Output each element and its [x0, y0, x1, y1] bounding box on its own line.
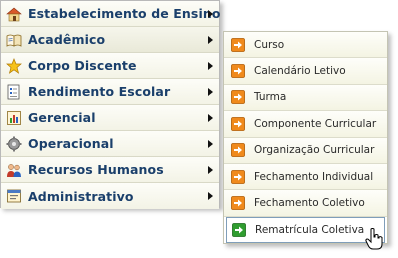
menu-item-recursos-humanos[interactable]: Recursos Humanos — [1, 157, 219, 183]
school-house-icon — [6, 7, 22, 21]
orange-arrow-icon — [231, 169, 245, 184]
menu-item-label: Gerencial — [28, 110, 96, 125]
submenu-item-rematricula-coletiva[interactable]: Rematrícula Coletiva — [226, 216, 385, 244]
gear-icon — [6, 136, 22, 151]
menu-item-label: Administrativo — [28, 188, 134, 204]
academico-submenu: Curso Calendário Letivo Turma Componente… — [223, 31, 388, 244]
submenu-arrow-icon — [208, 113, 213, 122]
submenu-item-label: Fechamento Coletivo — [254, 197, 365, 210]
menu-item-label: Operacional — [28, 136, 114, 151]
submenu-item-turma[interactable]: Turma — [224, 84, 387, 112]
chart-icon — [7, 110, 21, 125]
submenu-item-componente-curricular[interactable]: Componente Curricular — [224, 111, 387, 138]
submenu-item-curso[interactable]: Curso — [224, 32, 387, 59]
main-menu: Estabelecimento de Ensino Acadêmico Corp… — [0, 0, 221, 209]
menu-item-label: Corpo Discente — [28, 58, 137, 73]
submenu-arrow-icon — [208, 165, 213, 174]
submenu-item-label: Componente Curricular — [254, 117, 377, 130]
menu-item-estabelecimento-de-ensino[interactable]: Estabelecimento de Ensino — [1, 1, 221, 27]
submenu-arrow-icon — [208, 192, 213, 200]
submenu-item-label: Calendário Letivo — [254, 65, 346, 78]
orange-arrow-icon — [231, 143, 245, 158]
submenu-arrow-icon — [208, 35, 213, 44]
menu-item-label: Estabelecimento de Ensino — [28, 6, 221, 21]
menu-item-gerencial[interactable]: Gerencial — [1, 105, 219, 131]
submenu-item-label: Rematrícula Coletiva — [255, 223, 365, 236]
submenu-arrow-icon — [208, 9, 213, 18]
submenu-item-fechamento-coletivo[interactable]: Fechamento Coletivo — [224, 190, 387, 217]
menu-item-administrativo[interactable]: Administrativo — [1, 183, 219, 209]
menu-item-academico[interactable]: Acadêmico — [1, 27, 219, 53]
submenu-item-calendario-letivo[interactable]: Calendário Letivo — [224, 58, 387, 85]
green-arrow-icon — [232, 223, 246, 237]
star-icon — [6, 57, 22, 74]
submenu-arrow-icon — [208, 139, 213, 148]
orange-arrow-icon — [231, 37, 245, 52]
submenu-item-fechamento-individual[interactable]: Fechamento Individual — [224, 163, 387, 191]
report-card-icon — [7, 84, 20, 99]
orange-arrow-icon — [231, 196, 245, 210]
submenu-item-organizacao-curricular[interactable]: Organização Curricular — [224, 137, 387, 164]
submenu-item-label: Fechamento Individual — [254, 170, 374, 183]
submenu-item-label: Curso — [254, 38, 285, 51]
menu-item-label: Acadêmico — [28, 32, 106, 47]
submenu-arrow-icon — [208, 61, 213, 70]
menu-item-corpo-discente[interactable]: Corpo Discente — [1, 53, 219, 79]
orange-arrow-icon — [231, 90, 245, 105]
menu-item-label: Recursos Humanos — [28, 162, 164, 177]
menu-item-rendimento-escolar[interactable]: Rendimento Escolar — [1, 79, 219, 105]
orange-arrow-icon — [231, 64, 245, 78]
menu-item-label: Rendimento Escolar — [28, 84, 171, 99]
submenu-item-label: Organização Curricular — [254, 144, 375, 157]
open-book-icon — [6, 34, 22, 47]
menu-item-operacional[interactable]: Operacional — [1, 131, 219, 157]
window-folder-icon — [7, 189, 21, 203]
orange-arrow-icon — [231, 116, 245, 131]
people-icon — [7, 163, 21, 177]
submenu-item-label: Turma — [254, 91, 287, 104]
hand-pointer-cursor-icon — [365, 228, 383, 250]
submenu-arrow-icon — [208, 87, 213, 96]
